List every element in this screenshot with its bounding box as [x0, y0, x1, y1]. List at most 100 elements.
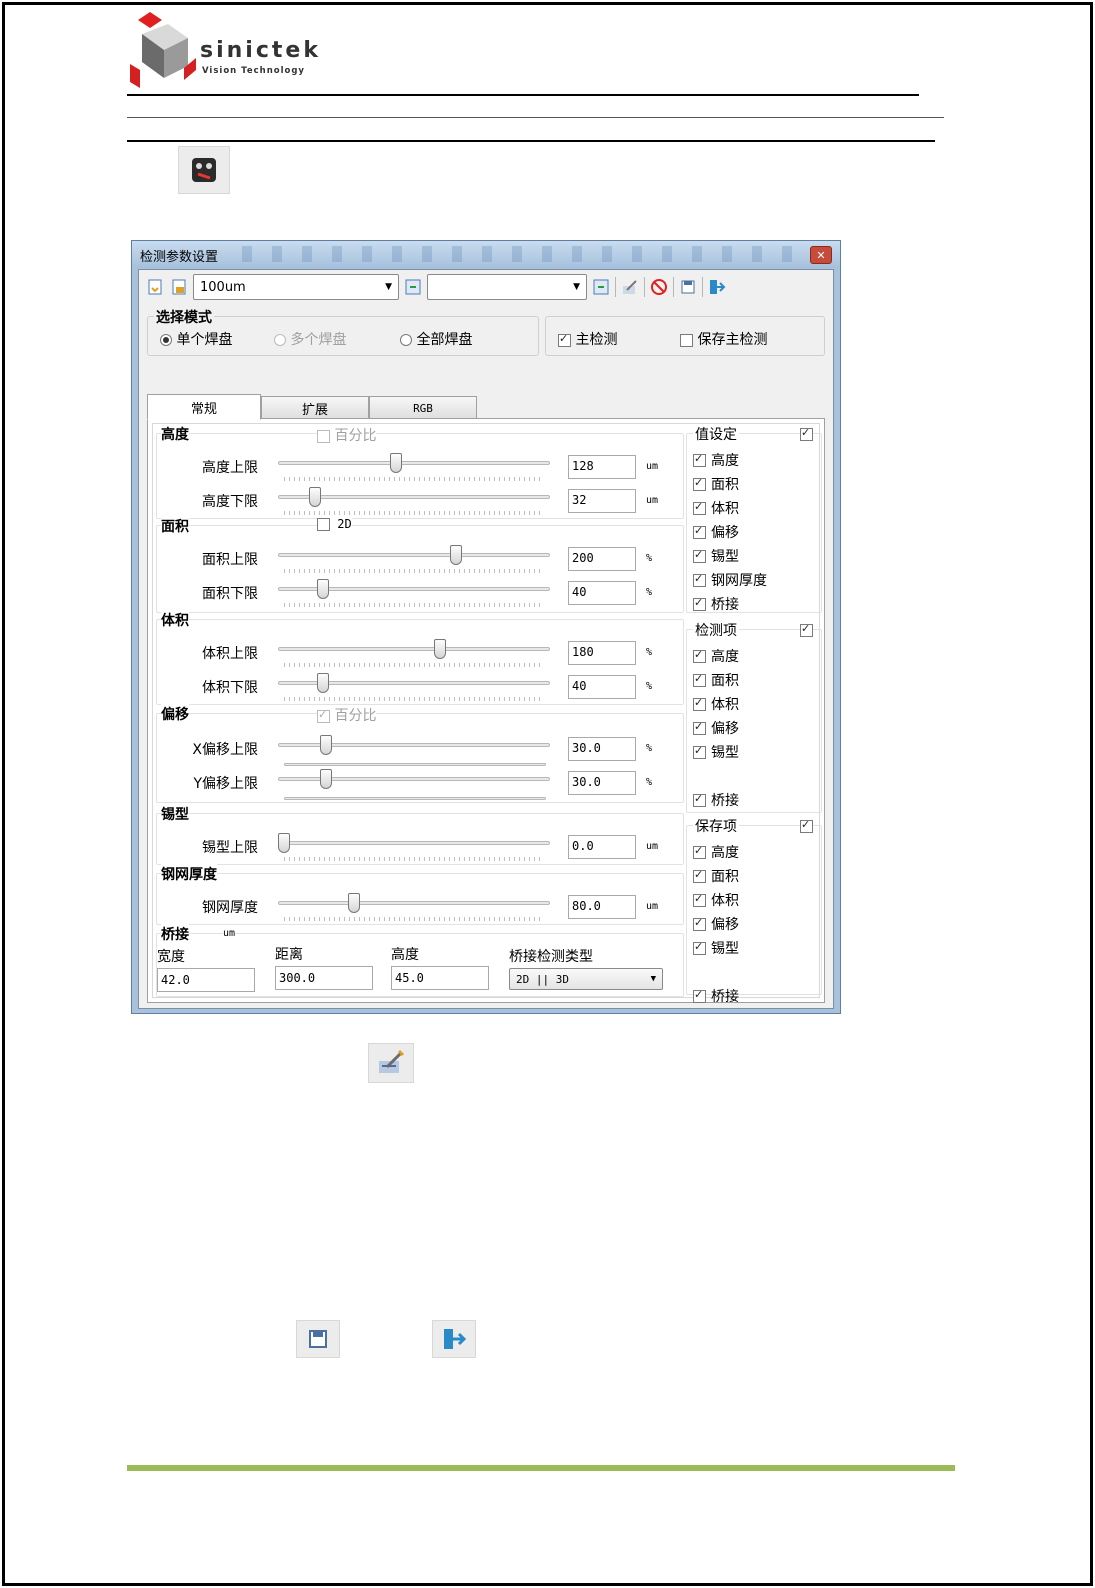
offset-slider-thumb[interactable] — [319, 735, 332, 755]
checkbox-indicator — [317, 518, 330, 531]
area-2d-checkbox[interactable]: 2D — [317, 517, 352, 531]
right-group-item[interactable]: 桥接 — [693, 594, 739, 614]
height-value-input[interactable]: 128 — [568, 455, 636, 479]
resolution-select[interactable]: 100um ▼ — [193, 274, 399, 300]
right-group-item[interactable]: 体积 — [693, 694, 739, 714]
stencil-slider-track[interactable] — [278, 901, 550, 905]
bridge-type-value: 2D || 3D — [516, 972, 569, 986]
volume-row-label: 体积上限 — [202, 646, 258, 662]
offset-slider-thumb[interactable] — [319, 769, 332, 789]
right-group-item[interactable]: 钢网厚度 — [693, 570, 767, 590]
solder-slider-thumb[interactable] — [278, 833, 290, 853]
right-group-item[interactable]: 锡型 — [693, 546, 739, 566]
right-group-item[interactable]: 面积 — [693, 474, 739, 494]
checkbox-indicator — [693, 500, 706, 515]
right-group-item[interactable]: 面积 — [693, 866, 739, 886]
volume-slider-track[interactable] — [278, 647, 550, 651]
right-group-item[interactable]: 高度 — [693, 646, 739, 666]
offset-value-input[interactable]: 30.0 — [568, 737, 636, 761]
right-group-item[interactable]: 面积 — [693, 670, 739, 690]
solder-slider-track[interactable] — [278, 841, 550, 845]
bridge-width-input[interactable]: 42.0 — [157, 968, 255, 992]
offset-unit-label: % — [646, 777, 653, 788]
offset-slider-track[interactable] — [278, 777, 550, 781]
right-group-item[interactable]: 桥接 — [693, 986, 739, 1006]
height-slider-track[interactable] — [278, 461, 550, 465]
footer-rule — [127, 1465, 955, 1471]
forbid-icon[interactable] — [649, 277, 669, 297]
save-icon[interactable] — [678, 277, 698, 297]
right-group-all-checkbox[interactable] — [800, 622, 813, 637]
toolbar-separator — [702, 277, 703, 297]
right-group-item[interactable]: 偏移 — [693, 718, 739, 738]
exit-icon[interactable] — [707, 277, 727, 297]
stencil-slider-thumb[interactable] — [348, 893, 361, 913]
right-group-all-checkbox[interactable] — [800, 818, 813, 833]
right-group-item[interactable]: 锡型 — [693, 938, 739, 958]
right-group-item[interactable]: 偏移 — [693, 522, 739, 542]
save-main-check-checkbox[interactable]: 保存主检测 — [680, 329, 767, 349]
checkbox-indicator — [693, 720, 706, 735]
area-slider-track[interactable] — [278, 553, 550, 557]
bridge-height-input[interactable]: 45.0 — [391, 966, 489, 990]
radio-single-pad[interactable]: 单个焊盘 — [160, 329, 232, 349]
save-main-check-label: 保存主检测 — [697, 332, 768, 348]
height-slider-thumb[interactable] — [309, 487, 322, 507]
second-select[interactable]: ▼ — [427, 274, 587, 300]
right-group-item[interactable]: 体积 — [693, 890, 739, 910]
area-value-input[interactable]: 200 — [568, 547, 636, 571]
stencil-value-input[interactable]: 80.0 — [568, 895, 636, 919]
volume-unit-label: % — [646, 681, 653, 692]
area-slider-thumb[interactable] — [317, 579, 329, 599]
solder-row-label: 锡型上限 — [202, 840, 258, 856]
offset-range-bar — [284, 797, 546, 800]
height-slider-thumb[interactable] — [389, 453, 402, 473]
bridge-section: 桥接 um 宽度 42.0 距离 300.0 高度 45.0 桥接检测类型 2D… — [156, 924, 684, 997]
right-group-item[interactable]: 体积 — [693, 498, 739, 518]
radio-all-pad[interactable]: 全部焊盘 — [400, 329, 472, 349]
right-group-item[interactable]: 偏移 — [693, 914, 739, 934]
bridge-distance-input[interactable]: 300.0 — [275, 966, 373, 990]
offset-slider-track[interactable] — [278, 743, 550, 747]
right-group-item-label: 高度 — [711, 649, 739, 665]
height-percent-checkbox[interactable]: 百分比 — [317, 425, 377, 445]
checkbox-indicator — [693, 696, 706, 711]
toolbar-separator — [615, 277, 616, 297]
offset-row-label: X偏移上限 — [192, 742, 258, 758]
bridge-type-select[interactable]: 2D || 3D ▼ — [509, 968, 663, 990]
radio-multi-pad[interactable]: 多个焊盘 — [274, 329, 346, 349]
height-value-input[interactable]: 32 — [568, 489, 636, 513]
tab-extended[interactable]: 扩展 — [261, 396, 369, 420]
apply-icon[interactable] — [403, 277, 423, 297]
right-group-item[interactable]: 锡型 — [693, 742, 739, 762]
solder-value-input[interactable]: 0.0 — [568, 835, 636, 859]
stencil-section-title: 钢网厚度 — [161, 864, 217, 884]
load-file-icon[interactable] — [145, 277, 165, 297]
tab-general[interactable]: 常规 — [147, 394, 261, 420]
main-check-checkbox[interactable]: 主检测 — [558, 329, 617, 349]
detection-params-dialog: 检测参数设置 ✕ 100um ▼ ▼ 选择模式 单个焊盘 多个焊盘 全部焊盘 ✓… — [131, 240, 841, 1014]
exit-icon — [432, 1320, 476, 1358]
edit-icon[interactable] — [620, 277, 640, 297]
right-group-item-label: 偏移 — [711, 525, 739, 541]
save-file-icon[interactable] — [169, 277, 189, 297]
volume-unit-label: % — [646, 647, 653, 658]
volume-value-input[interactable]: 180 — [568, 641, 636, 665]
area-unit-label: % — [646, 553, 653, 564]
right-group-item[interactable]: 高度 — [693, 842, 739, 862]
right-group-item[interactable]: 桥接 — [693, 790, 739, 810]
volume-slider-thumb[interactable] — [434, 639, 446, 659]
apply-icon-2[interactable] — [591, 277, 611, 297]
offset-percent-checkbox[interactable]: 百分比 — [317, 705, 377, 725]
right-group-item[interactable]: 高度 — [693, 450, 739, 470]
right-group-all-checkbox[interactable] — [800, 426, 813, 441]
area-slider-thumb[interactable] — [449, 545, 462, 565]
offset-range-bar — [284, 763, 546, 766]
volume-slider-thumb[interactable] — [317, 673, 329, 693]
close-button[interactable]: ✕ — [810, 246, 832, 264]
offset-value-input[interactable]: 30.0 — [568, 771, 636, 795]
right-group-item-label: 桥接 — [711, 989, 739, 1005]
tab-rgb[interactable]: RGB — [369, 396, 477, 420]
volume-value-input[interactable]: 40 — [568, 675, 636, 699]
area-value-input[interactable]: 40 — [568, 581, 636, 605]
